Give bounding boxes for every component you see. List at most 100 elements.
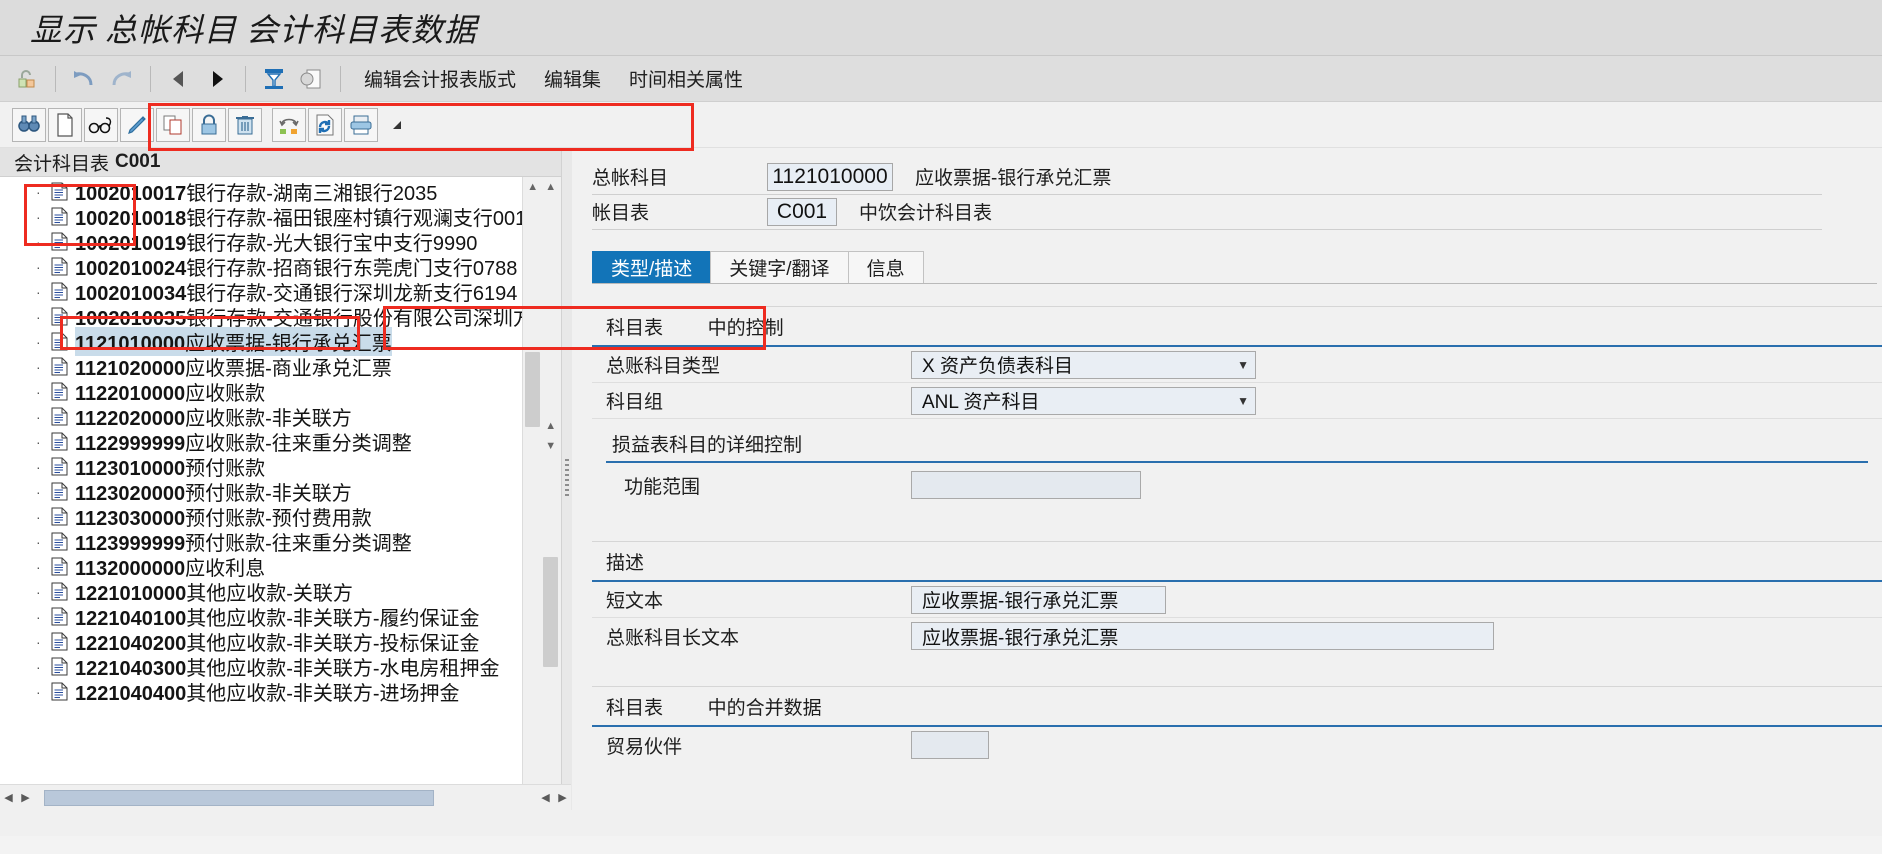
tab-type-description[interactable]: 类型/描述 xyxy=(592,251,712,283)
chart-of-accounts-label: 帐目表 xyxy=(592,203,650,224)
trading-partner-row: 贸易伙伴 xyxy=(592,727,1882,763)
new-document-icon[interactable] xyxy=(48,107,82,142)
previous-icon[interactable] xyxy=(162,62,196,96)
tree-row-1221010000[interactable]: · 1221010000其他应收款-关联方 xyxy=(0,579,561,605)
functional-area-input[interactable] xyxy=(911,471,1141,499)
tree-row-1121020000[interactable]: · 1121020000应收票据-商业承兑汇票 xyxy=(0,354,561,380)
tree-row-1002010018[interactable]: · 1002010018银行存款-福田银座村镇行观澜支行001 xyxy=(0,204,561,230)
control-group: 科目表 中的控制 总账科目类型 X 资产负债表科目 ▼ 科目组 ANL 资产科目 xyxy=(592,306,1882,521)
tree-row-1122010000[interactable]: · 1122010000应收账款 xyxy=(0,379,561,405)
account-document-icon xyxy=(51,457,68,476)
pane-splitter[interactable] xyxy=(562,148,572,810)
tree-inner-scrollbar[interactable]: ▲ ▼ xyxy=(522,177,543,810)
account-document-icon xyxy=(51,232,68,251)
redo-icon[interactable] xyxy=(105,62,139,96)
tree-outer-scroll-thumb[interactable] xyxy=(543,557,559,667)
edit-pencil-icon[interactable] xyxy=(120,107,154,142)
account-document-icon xyxy=(51,607,68,626)
description-group: 描述 短文本 应收票据-银行承兑汇票 总账科目长文本 应收票据-银行承兑汇票 xyxy=(592,541,1882,664)
gl-account-type-row: 总账科目类型 X 资产负债表科目 ▼ xyxy=(592,347,1882,383)
toolbar-separator-2 xyxy=(150,65,151,92)
find-icon[interactable] xyxy=(12,107,46,142)
print-icon[interactable] xyxy=(344,107,378,142)
lock-icon[interactable] xyxy=(192,107,226,142)
account-document-icon xyxy=(51,307,68,326)
tree-row-1221040300[interactable]: · 1221040300其他应收款-非关联方-水电房租押金 xyxy=(0,654,561,680)
account-document-icon xyxy=(51,182,68,201)
tree-row-1221040400[interactable]: · 1221040400其他应收款-非关联方-进场押金 xyxy=(0,679,561,705)
tree-rows-container[interactable]: · 1002010017银行存款-湖南三湘银行2035 · 1002010018银行存… xyxy=(0,177,562,810)
tree-bullet-icon: · xyxy=(36,583,41,600)
tree-hscroll-thumb[interactable] xyxy=(44,789,434,806)
tree-row-1123999999[interactable]: · 1123999999预付账款-往来重分类调整 xyxy=(0,529,561,555)
next-icon[interactable] xyxy=(200,62,234,96)
tree-row-1123010000[interactable]: · 1123010000预付账款 xyxy=(0,454,561,480)
tree-row-1002010017[interactable]: · 1002010017银行存款-湖南三湘银行2035 xyxy=(0,179,561,205)
tree-scroll-page-up-icon[interactable]: ▲ xyxy=(541,416,561,435)
tree-horizontal-scrollbar[interactable]: ◀ ▶ ◀ ▶ xyxy=(0,784,571,810)
tree-row-1123020000[interactable]: · 1123020000预付账款-非关联方 xyxy=(0,479,561,505)
tree-row-1221040100[interactable]: · 1221040100其他应收款-非关联方-履约保证金 xyxy=(0,604,561,630)
copy-document-icon[interactable] xyxy=(295,62,329,96)
tree-row-1123030000[interactable]: · 1123030000预付账款-预付费用款 xyxy=(0,504,561,530)
tree-hscroll-right-icon[interactable]: ▶ xyxy=(17,788,34,808)
tree-header-label: 会计科目表 xyxy=(14,153,110,175)
short-text-input[interactable]: 应收票据-银行承兑汇票 xyxy=(911,585,1166,614)
tree-row-1221040200[interactable]: · 1221040200其他应收款-非关联方-投标保证金 xyxy=(0,629,561,655)
tree-row-1121010000[interactable]: · 1121010000应收票据-银行承兑汇票 xyxy=(0,327,561,356)
display-glasses-icon[interactable] xyxy=(84,107,118,142)
account-document-icon xyxy=(51,432,68,451)
short-text-row: 短文本 应收票据-银行承兑汇票 xyxy=(592,582,1882,618)
tree-inner-scroll-thumb[interactable] xyxy=(525,352,541,427)
trading-partner-input[interactable] xyxy=(911,731,989,759)
tree-hscroll-track[interactable] xyxy=(34,789,537,807)
tree-outer-scroll-up-icon[interactable]: ▲ xyxy=(541,177,561,196)
tree-bullet-icon: · xyxy=(36,658,41,675)
splitter-grip-icon xyxy=(565,459,570,499)
tree-row-1002010024[interactable]: · 1002010024银行存款-招商银行东莞虎门支行0788 xyxy=(0,254,561,280)
tree-row-1132000000[interactable]: · 1132000000应收利息 xyxy=(0,554,561,580)
tree-inner-scroll-up-icon[interactable]: ▲ xyxy=(523,177,543,196)
tree-hscroll-page-left-icon[interactable]: ◀ xyxy=(537,788,554,808)
tree-header-value: C001 xyxy=(115,151,161,172)
account-group-select[interactable]: ANL 资产科目 ▼ xyxy=(911,386,1256,415)
tab-information[interactable]: 信息 xyxy=(847,251,924,283)
tree-row-1002010019[interactable]: · 1002010019银行存款-光大银行宝中支行9990 xyxy=(0,229,561,255)
long-text-input[interactable]: 应收票据-银行承兑汇票 xyxy=(911,622,1494,650)
function-toolbar: 编辑会计报表版式 编辑集 时间相关属性 xyxy=(0,56,1882,102)
tree-row-1122020000[interactable]: · 1122020000应收账款-非关联方 xyxy=(0,404,561,430)
tree-row-1002010035[interactable]: · 1002010035银行存款-交通银行股份有限公司深圳方 xyxy=(0,304,561,330)
chevron-down-icon: ▼ xyxy=(1237,357,1249,372)
gl-account-type-select[interactable]: X 资产负债表科目 ▼ xyxy=(911,350,1256,379)
tree-scroll-page-down-icon[interactable]: ▼ xyxy=(541,436,561,455)
long-text-row: 总账科目长文本 应收票据-银行承兑汇票 xyxy=(592,618,1882,654)
tree-hscroll-left-icon[interactable]: ◀ xyxy=(0,788,17,808)
tree-header: 会计科目表 C001 xyxy=(0,148,562,177)
account-document-icon xyxy=(51,507,68,526)
tree-bullet-icon: · xyxy=(36,433,41,450)
functional-area-label: 功能范围 xyxy=(624,476,701,498)
tree-row-1002010034[interactable]: · 1002010034银行存款-交通银行深圳龙新支行6194 xyxy=(0,279,561,305)
gl-account-input[interactable]: 1121010000 xyxy=(767,162,893,191)
tree-hscroll-page-right-icon[interactable]: ▶ xyxy=(554,788,571,808)
copy-icon[interactable] xyxy=(156,107,190,142)
delete-trash-icon[interactable] xyxy=(228,107,262,142)
tree-bullet-icon: · xyxy=(36,333,41,350)
menu-item-time-dependent-attributes[interactable]: 时间相关属性 xyxy=(617,61,755,96)
tree-bullet-icon: · xyxy=(36,683,41,700)
tree-row-1122999999[interactable]: · 1122999999应收账款-往来重分类调整 xyxy=(0,429,561,455)
toolbar-separator-4 xyxy=(340,65,341,92)
account-document-icon xyxy=(51,207,68,226)
toggle-icon[interactable] xyxy=(272,107,306,142)
chart-of-accounts-input[interactable]: C001 xyxy=(767,197,837,226)
print-dropdown-arrow-icon[interactable] xyxy=(380,108,414,142)
tab-keyword-translation[interactable]: 关键字/翻译 xyxy=(710,251,849,283)
undo-icon[interactable] xyxy=(67,62,101,96)
menu-item-edit-report-layout[interactable]: 编辑会计报表版式 xyxy=(352,61,528,96)
filter-icon[interactable] xyxy=(257,62,291,96)
trading-partner-label: 贸易伙伴 xyxy=(606,736,683,758)
refresh-document-icon[interactable] xyxy=(308,107,342,142)
menu-item-edit-set[interactable]: 编辑集 xyxy=(532,61,613,96)
lock-open-icon[interactable] xyxy=(10,62,44,96)
tree-outer-scrollbar[interactable]: ▲ ▲ ▼ xyxy=(541,177,562,810)
